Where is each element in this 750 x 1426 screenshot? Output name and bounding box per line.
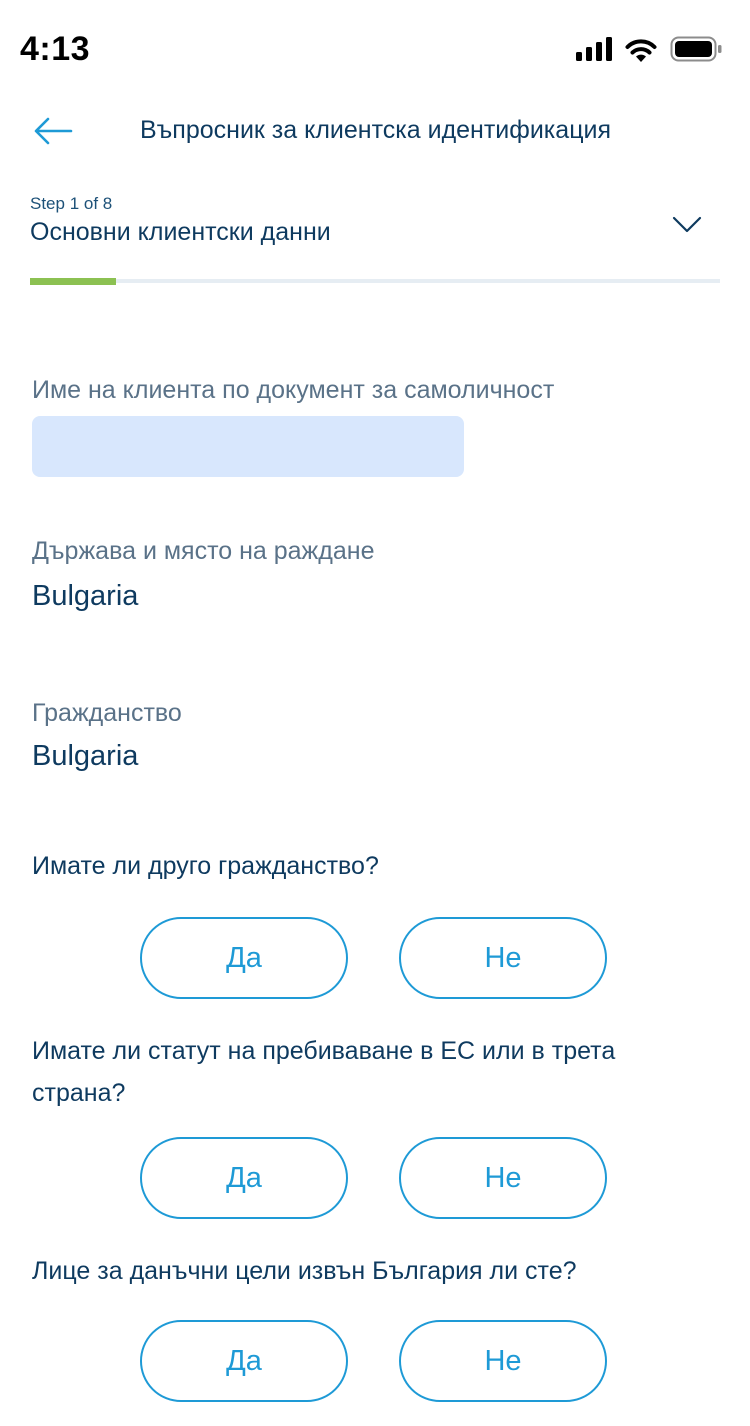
client-name-input[interactable]: [32, 416, 464, 477]
chevron-down-icon: [672, 216, 702, 239]
question-tax-resident-abroad: Лице за данъчни цели извън България ли с…: [32, 1257, 577, 1285]
step-title: Основни клиентски данни: [30, 218, 331, 246]
tax-resident-no-button[interactable]: Не: [399, 1320, 607, 1402]
arrow-left-icon: [33, 116, 73, 151]
step-counter: Step 1 of 8: [30, 194, 113, 213]
question-other-citizenship: Имате ли друго гражданство?: [32, 852, 379, 880]
client-name-label: Име на клиента по документ за самоличнос…: [32, 376, 555, 404]
status-icons: [576, 36, 722, 67]
tax-resident-yes-button[interactable]: Да: [140, 1320, 348, 1402]
status-time: 4:13: [20, 30, 91, 68]
birth-place-value: Bulgaria: [32, 580, 139, 612]
birth-place-label: Държава и място на раждане: [32, 537, 375, 565]
other-citizenship-yes-button[interactable]: Да: [140, 917, 348, 999]
citizenship-value: Bulgaria: [32, 740, 139, 772]
residence-status-yes-button[interactable]: Да: [140, 1137, 348, 1219]
back-button[interactable]: [30, 110, 76, 156]
other-citizenship-no-button[interactable]: Не: [399, 917, 607, 999]
question-residence-status: Имате ли статут на пребиваване в ЕС или …: [32, 1037, 616, 1107]
battery-icon: [670, 36, 722, 67]
citizenship-label: Гражданство: [32, 699, 182, 727]
step-progress-bar: [30, 278, 720, 285]
step-progress-fill: [30, 278, 117, 285]
residence-status-no-button[interactable]: Не: [399, 1137, 607, 1219]
wifi-icon: [624, 37, 658, 67]
step-expand-button[interactable]: [670, 212, 704, 242]
signal-icon: [576, 37, 612, 66]
page-title: Въпросник за клиентска идентификация: [140, 116, 612, 144]
